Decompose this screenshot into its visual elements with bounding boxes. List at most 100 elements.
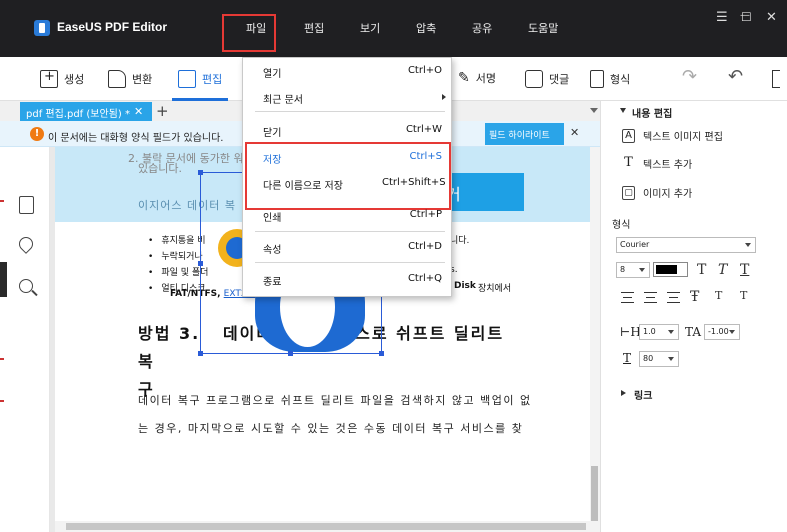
tool-sign-label: 서명: [475, 72, 496, 85]
bullet-text: 니다.: [450, 236, 470, 246]
font-select[interactable]: Courier: [616, 237, 756, 253]
highlight-fields-button[interactable]: 필드 하이라이트: [485, 123, 564, 145]
search-icon[interactable]: [19, 279, 33, 293]
resize-handle[interactable]: [198, 170, 203, 175]
tool-create[interactable]: + 생성: [40, 69, 85, 88]
line-spacing-icon: ⊢H: [620, 325, 641, 339]
menu-item-print[interactable]: 인쇄: [263, 209, 281, 224]
menu-view[interactable]: 보기: [360, 20, 380, 36]
menu-compress[interactable]: 압축: [416, 20, 436, 36]
plus-square-icon: +: [40, 69, 58, 88]
add-tab-button[interactable]: +: [156, 102, 169, 120]
undo-icon[interactable]: ↶: [728, 66, 743, 87]
shortcut-exit: Ctrl+Q: [407, 273, 442, 284]
document-tab[interactable]: pdf 편집.pdf (보안됨) *: [20, 102, 152, 121]
resize-handle[interactable]: [198, 261, 203, 266]
tool-form-label: 형식: [610, 73, 631, 86]
resize-handle[interactable]: [198, 351, 203, 356]
maximize-button[interactable]: ☐: [741, 10, 752, 24]
align-left-button[interactable]: [621, 292, 634, 303]
edit-text-image-button[interactable]: A 텍스트 이미지 편집: [622, 128, 723, 143]
italic-button[interactable]: T: [718, 262, 727, 278]
shortcut-print: Ctrl+P: [409, 209, 442, 220]
menu-share[interactable]: 공유: [472, 20, 492, 36]
collapse-icon[interactable]: [620, 108, 626, 113]
shortcut-open: Ctrl+O: [407, 65, 442, 76]
line-spacing-select[interactable]: 1.0: [639, 324, 679, 340]
tool-sign[interactable]: ✎ 서명: [458, 70, 496, 86]
rp-item-label: 이미지 추가: [643, 189, 693, 200]
page-icon[interactable]: [772, 70, 780, 88]
menu-item-properties[interactable]: 속성: [263, 241, 281, 256]
file-menu-highlight: [222, 14, 276, 52]
format-label: 형식: [612, 220, 631, 231]
shortcut-properties: Ctrl+D: [408, 241, 442, 252]
resize-handle[interactable]: [379, 351, 384, 356]
superscript-button[interactable]: T: [715, 289, 722, 302]
resize-handle[interactable]: [288, 351, 293, 356]
menu-separator: [255, 262, 445, 263]
tool-comment-label: 댓글: [549, 73, 570, 86]
tool-create-label: 생성: [64, 73, 85, 86]
heading-part: 방법 3.: [138, 324, 201, 343]
edge-mark: [0, 200, 4, 202]
scale-icon: T: [623, 351, 632, 365]
rp-item-label: 텍스트 추가: [643, 160, 693, 171]
tool-convert-label: 변환: [132, 73, 153, 86]
menu-item-open[interactable]: 열기: [263, 65, 281, 80]
menu-item-recent[interactable]: 최근 문서: [263, 91, 303, 106]
paragraph-line: 는 경우, 마지막으로 시도할 수 있는 것은 수동 데이터 복구 서비스를 찾: [138, 422, 524, 435]
menu-edit[interactable]: 편집: [304, 20, 324, 36]
subscript-button[interactable]: T: [740, 289, 747, 302]
pages-icon[interactable]: [19, 196, 34, 214]
text-image-icon: A: [622, 128, 635, 143]
menu-item-exit[interactable]: 종료: [263, 273, 281, 288]
menu-separator: [255, 231, 445, 232]
tool-convert[interactable]: 변환: [108, 70, 152, 88]
menu-help[interactable]: 도움말: [528, 20, 558, 36]
char-spacing-select[interactable]: -1.00: [704, 324, 740, 340]
redo-icon[interactable]: ↷: [682, 66, 697, 87]
align-center-button[interactable]: [644, 292, 657, 303]
vertical-scrollbar[interactable]: [590, 147, 600, 521]
hamburger-menu-icon[interactable]: ☰: [716, 10, 728, 25]
submenu-arrow-icon: [442, 94, 446, 100]
tool-edit[interactable]: 편집: [178, 70, 222, 88]
edge-mark: [0, 358, 4, 360]
bold-button[interactable]: T: [697, 262, 706, 278]
tool-comment[interactable]: 댓글: [525, 70, 569, 88]
expand-icon[interactable]: [621, 390, 626, 396]
tool-form[interactable]: 형식: [590, 70, 630, 88]
left-strip: [0, 262, 7, 297]
comment-icon: [525, 70, 543, 88]
add-image-button[interactable]: ▢ 이미지 추가: [622, 185, 692, 200]
doc-line: 있습니다.: [138, 162, 182, 175]
pen-icon: [178, 70, 196, 88]
menu-item-close[interactable]: 닫기: [263, 124, 281, 139]
align-right-button[interactable]: [667, 292, 680, 303]
char-spacing-icon: TA: [685, 325, 702, 339]
close-window-button[interactable]: ✕: [766, 10, 777, 25]
form-icon: [590, 70, 604, 88]
scale-select[interactable]: 80: [639, 351, 679, 367]
app-title: EaseUS PDF Editor: [57, 20, 168, 34]
link-section-title[interactable]: 링크: [634, 387, 652, 402]
notice-text: 이 문서에는 대화형 양식 필드가 있습니다.: [48, 133, 224, 144]
convert-icon: [108, 70, 126, 88]
notice-close-icon[interactable]: ✕: [570, 126, 579, 139]
image-icon: ▢: [622, 185, 635, 200]
strikethrough-button[interactable]: Ŧ: [690, 289, 699, 305]
bullet-text: 장치에서: [478, 284, 512, 294]
bullet-text: Disk: [454, 281, 476, 291]
content-edit-title: 내용 편집: [632, 109, 673, 120]
vertical-scroll-thumb[interactable]: [591, 466, 598, 521]
shortcut-close: Ctrl+W: [405, 124, 442, 135]
font-color-picker[interactable]: [653, 262, 688, 277]
tab-close-icon[interactable]: ✕: [134, 105, 143, 118]
horizontal-scroll-thumb[interactable]: [66, 523, 586, 530]
paragraph-line: 데이터 복구 프로그램으로 쉬프트 딜리트 파일을 검색하지 않고 백업이 없: [138, 394, 532, 407]
add-text-button[interactable]: T 텍스트 추가: [622, 156, 693, 172]
tab-scroll-icon[interactable]: [590, 108, 598, 113]
underline-button[interactable]: T: [740, 262, 749, 278]
font-size-select[interactable]: 8: [616, 262, 650, 278]
